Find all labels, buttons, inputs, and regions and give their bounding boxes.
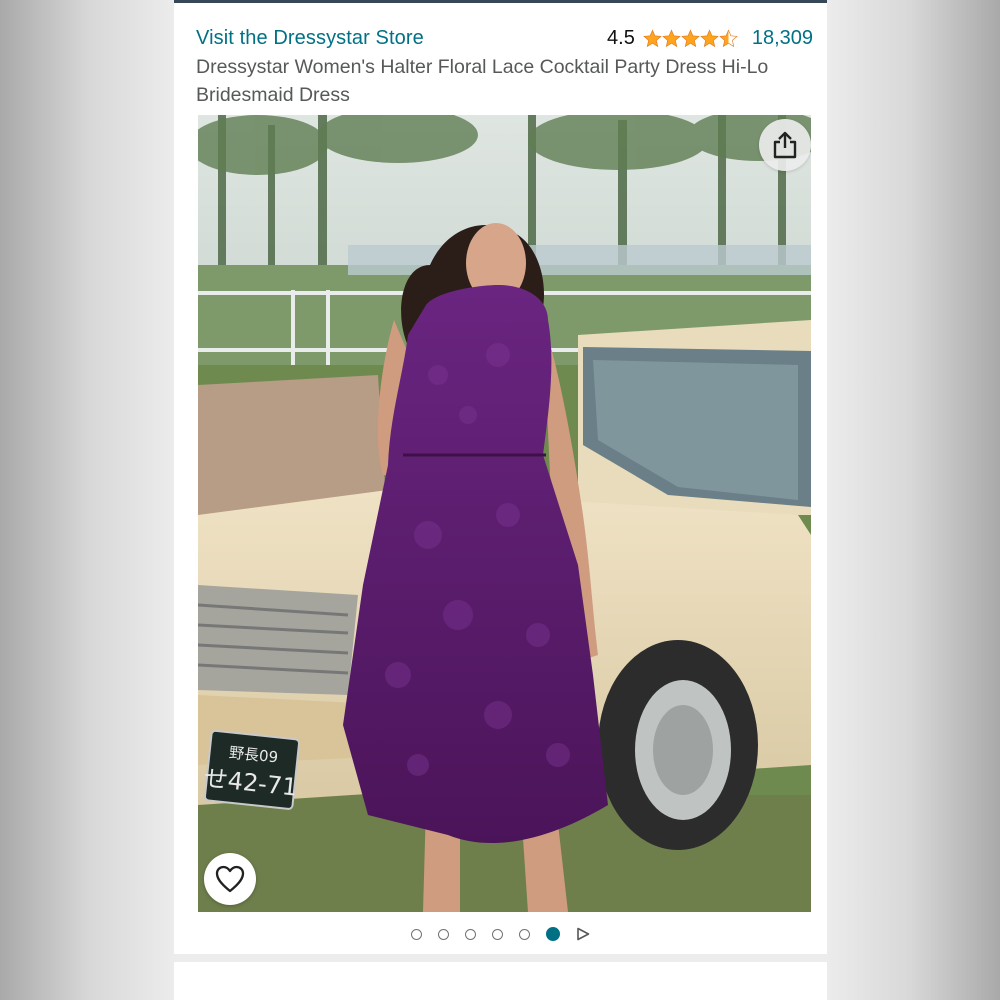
next-section-card bbox=[174, 962, 827, 1000]
heart-icon bbox=[215, 865, 245, 893]
star-icon bbox=[681, 28, 700, 47]
share-icon bbox=[773, 131, 797, 159]
play-triangle-icon[interactable] bbox=[576, 927, 590, 941]
product-photo-illustration: 野長09 せ42-71 bbox=[198, 115, 811, 912]
share-button[interactable] bbox=[759, 119, 811, 171]
carousel-dot[interactable] bbox=[465, 928, 476, 940]
store-link[interactable]: Visit the Dressystar Store bbox=[196, 27, 424, 50]
image-carousel-indicator bbox=[174, 923, 827, 945]
carousel-dot-active[interactable] bbox=[546, 927, 560, 941]
carousel-dot[interactable] bbox=[411, 928, 422, 940]
rating-summary[interactable]: 4.5 18,309 bbox=[607, 27, 813, 50]
star-icon bbox=[643, 28, 662, 47]
review-count[interactable]: 18,309 bbox=[752, 27, 813, 50]
star-icon bbox=[700, 28, 719, 47]
product-image[interactable]: 野長09 せ42-71 bbox=[198, 115, 811, 912]
favorite-button[interactable] bbox=[204, 853, 256, 905]
carousel-dot[interactable] bbox=[438, 928, 449, 940]
carousel-dot[interactable] bbox=[519, 928, 530, 940]
product-header: Visit the Dressystar Store 4.5 18,309 bbox=[196, 23, 813, 53]
product-title: Dressystar Women's Halter Floral Lace Co… bbox=[196, 56, 769, 106]
carousel-dot[interactable] bbox=[492, 928, 503, 940]
star-icon bbox=[662, 28, 681, 47]
star-rating bbox=[643, 28, 738, 48]
rating-value: 4.5 bbox=[607, 26, 635, 49]
half-star-icon bbox=[719, 28, 738, 47]
product-card: Visit the Dressystar Store 4.5 18,309 Dr… bbox=[174, 3, 827, 954]
